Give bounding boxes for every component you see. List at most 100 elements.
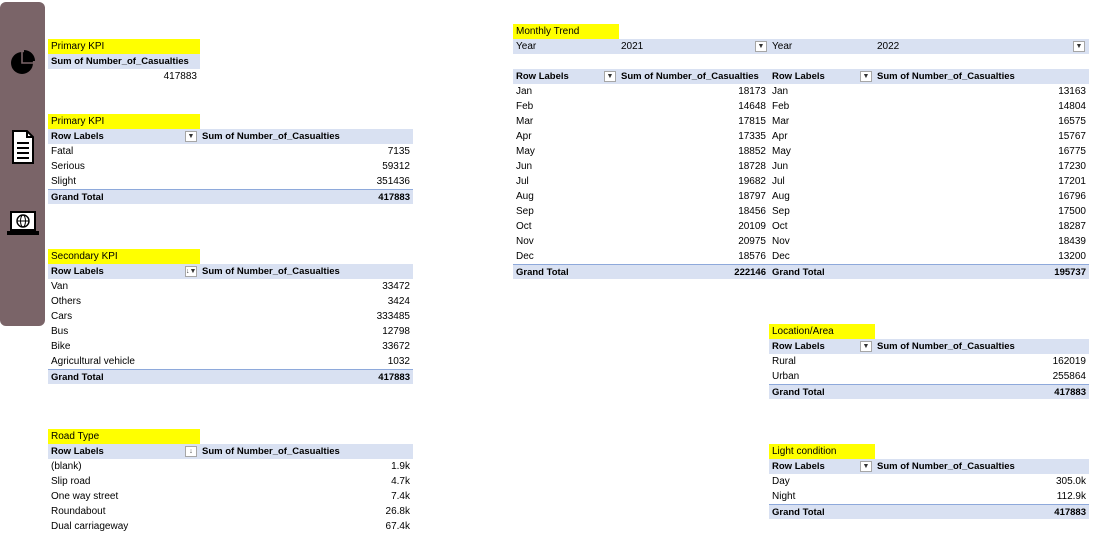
kpi2-col-header: Sum of Number_of_Casualties <box>202 131 340 142</box>
monthly-2021-row-value: 14648 <box>738 101 766 112</box>
monthly-2021-row-value: 19682 <box>738 176 766 187</box>
secondary-total-row: Grand Total 417883 <box>48 369 413 384</box>
monthly-2021-row-value: 18797 <box>738 191 766 202</box>
location-total-label: Grand Total <box>772 387 825 398</box>
kpi1-value: 417883 <box>163 71 197 82</box>
kpi2-row-value: 351436 <box>376 176 410 187</box>
monthly-2022-row-value: 14804 <box>1058 101 1086 112</box>
kpi1-header: Sum of Number_of_Casualties <box>48 54 200 69</box>
road-row-value: 26.8k <box>385 506 410 517</box>
road-row-value: 4.7k <box>391 476 410 487</box>
light-row-value: 305.0k <box>1055 476 1086 487</box>
year-filter-2022: Year 2022 ▼ <box>769 39 1089 54</box>
light-row-value: 112.9k <box>1056 491 1086 502</box>
filter1-dropdown-icon[interactable]: ▼ <box>755 41 767 52</box>
monthly-2022-row-value: 16796 <box>1058 191 1086 202</box>
secondary-col-header: Sum of Number_of_Casualties <box>202 266 340 277</box>
monthly-row-labels-2022: Row Labels <box>772 71 825 82</box>
road-col-header: Sum of Number_of_Casualties <box>202 446 340 457</box>
monthly-dropdown-2022[interactable]: ▼ <box>860 71 872 82</box>
monthly-2022-row-value: 16575 <box>1058 116 1086 127</box>
monthly-2021-row-value: 18173 <box>738 86 766 97</box>
monthly-2022-row-value: 18439 <box>1058 236 1086 247</box>
monthly-total-2022: Grand Total 195737 <box>769 264 1089 279</box>
monthly-2022-row-value: 17230 <box>1058 161 1086 172</box>
monthly-2021-row-value: 17815 <box>738 116 766 127</box>
monthly-2022-row-value: 18287 <box>1058 221 1086 232</box>
filter1-value: 2021 <box>621 41 644 52</box>
light-header-row: Row Labels ▼ Sum of Number_of_Casualties <box>769 459 1089 474</box>
monthly-total-2021: Grand Total 222146 <box>513 264 769 279</box>
monthly-2022-row-value: 17201 <box>1058 176 1086 187</box>
road-row-value: 7.4k <box>391 491 410 502</box>
road-row-value: 1.9k <box>391 461 410 472</box>
laptop-globe-icon[interactable] <box>0 205 45 245</box>
light-total-value: 417883 <box>1054 507 1086 518</box>
secondary-row-value: 33472 <box>382 281 410 292</box>
monthly-total-label-2021: Grand Total <box>516 267 569 278</box>
road-row-labels: Row Labels <box>51 446 104 457</box>
light-total-row: Grand Total 417883 <box>769 504 1089 519</box>
location-row-value: 255864 <box>1052 371 1086 382</box>
monthly-total-value-2022: 195737 <box>1054 267 1086 278</box>
road-row-value: 67.4k <box>385 521 410 532</box>
kpi2-row-labels: Row Labels <box>51 131 104 142</box>
secondary-row-labels: Row Labels <box>51 266 104 277</box>
secondary-row-value: 12798 <box>382 326 410 337</box>
sidebar <box>0 2 45 326</box>
kpi2-row-value: 59312 <box>382 161 410 172</box>
year-filter-2021: Year 2021 ▼ <box>513 39 769 54</box>
monthly-row-labels-2021: Row Labels <box>516 71 569 82</box>
monthly-2021-row-value: 20975 <box>738 236 766 247</box>
monthly-2022-row-value: 16775 <box>1058 146 1086 157</box>
monthly-total-label-2022: Grand Total <box>772 267 825 278</box>
kpi2-header-row: Row Labels ▼ Sum of Number_of_Casualties <box>48 129 413 144</box>
road-title: Road Type <box>48 429 200 444</box>
monthly-2021-row-value: 20109 <box>738 221 766 232</box>
road-header-row: Row Labels ↓ Sum of Number_of_Casualties <box>48 444 413 459</box>
monthly-header-2021: Row Labels ▼ Sum of Number_of_Casualties <box>513 69 769 84</box>
kpi2-total-value: 417883 <box>378 192 410 203</box>
road-sort-dropdown[interactable]: ↓ <box>185 446 197 457</box>
monthly-dropdown-2021[interactable]: ▼ <box>604 71 616 82</box>
secondary-filter-dropdown[interactable]: ↓▼ <box>185 266 197 277</box>
monthly-2022-row-value: 13200 <box>1058 251 1086 262</box>
secondary-row-value: 333485 <box>376 311 410 322</box>
location-dropdown[interactable]: ▼ <box>860 341 872 352</box>
location-total-row: Grand Total 417883 <box>769 384 1089 399</box>
monthly-col-header-2021: Sum of Number_of_Casualties <box>621 71 759 82</box>
secondary-total-label: Grand Total <box>51 372 104 383</box>
monthly-2022-row-value: 13163 <box>1058 86 1086 97</box>
filter2-label: Year <box>772 41 793 52</box>
monthly-2022-row-value: 17500 <box>1058 206 1086 217</box>
monthly-2021-row-value: 17335 <box>738 131 766 142</box>
location-total-value: 417883 <box>1054 387 1086 398</box>
kpi2-total-row: Grand Total 417883 <box>48 189 413 204</box>
light-total-label: Grand Total <box>772 507 825 518</box>
kpi2-total-label: Grand Total <box>51 192 104 203</box>
filter2-dropdown-icon[interactable]: ▼ <box>1073 41 1085 52</box>
secondary-row-value: 3424 <box>387 296 410 307</box>
secondary-row-value: 33672 <box>382 341 410 352</box>
secondary-total-value: 417883 <box>378 372 410 383</box>
monthly-title: Monthly Trend <box>513 24 619 39</box>
monthly-total-value-2021: 222146 <box>734 267 766 278</box>
document-icon[interactable] <box>0 127 45 167</box>
monthly-2021-row-value: 18728 <box>738 161 766 172</box>
light-row-labels: Row Labels <box>772 461 825 472</box>
location-title: Location/Area <box>769 324 875 339</box>
location-row-value: 162019 <box>1052 356 1086 367</box>
monthly-2021-row-value: 18852 <box>738 146 766 157</box>
secondary-row-value: 1032 <box>387 356 410 367</box>
monthly-2022-row-value: 15767 <box>1058 131 1086 142</box>
monthly-col-header-2022: Sum of Number_of_Casualties <box>877 71 1015 82</box>
secondary-title: Secondary KPI <box>48 249 200 264</box>
kpi2-filter-dropdown[interactable]: ▼ <box>185 131 197 142</box>
monthly-2021-row-value: 18456 <box>738 206 766 217</box>
location-header-row: Row Labels ▼ Sum of Number_of_Casualties <box>769 339 1089 354</box>
location-row-labels: Row Labels <box>772 341 825 352</box>
light-col-header: Sum of Number_of_Casualties <box>877 461 1015 472</box>
light-filter-dropdown[interactable]: ▼ <box>860 461 872 472</box>
filter2-value: 2022 <box>877 41 900 52</box>
pie-chart-icon[interactable] <box>0 42 45 82</box>
